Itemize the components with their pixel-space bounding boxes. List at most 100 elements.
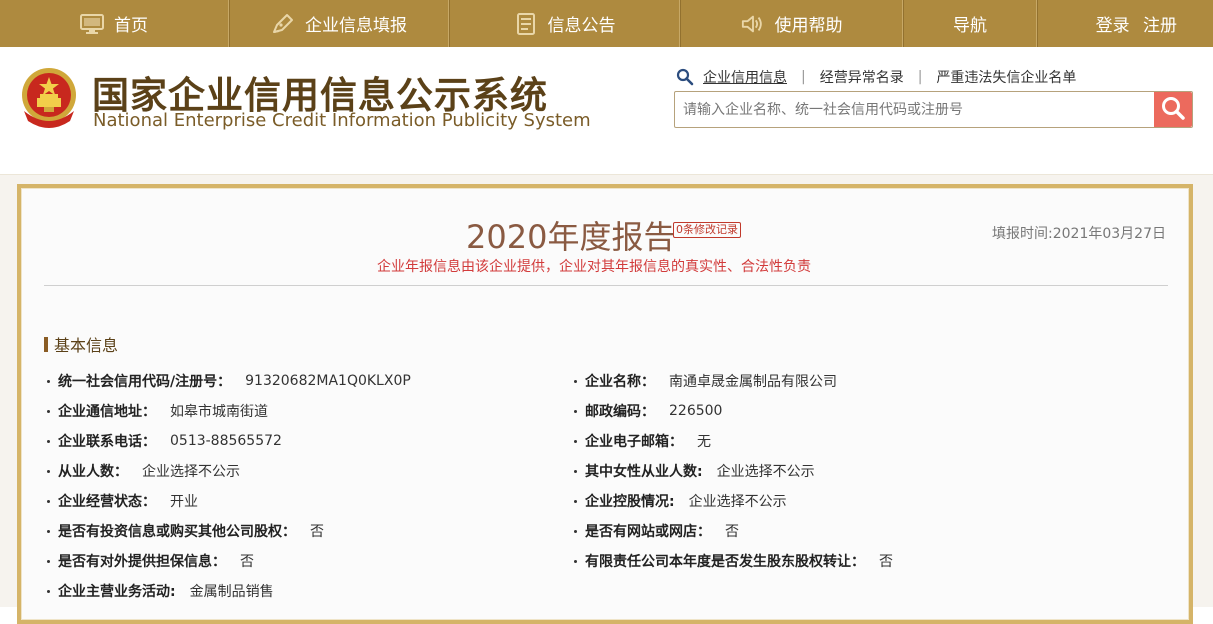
info-field: 是否有投资信息或购买其他公司股权： 否 [44, 516, 324, 546]
info-row: 企业联系电话： 0513-88565572 企业电子邮箱： 无 [44, 426, 1168, 456]
nav-item-label: 信息公告 [547, 16, 616, 36]
speaker-icon [741, 13, 765, 35]
bullet-dot [574, 529, 577, 533]
info-field: 企业电子邮箱： 无 [571, 426, 711, 456]
bullet-dot [574, 439, 577, 443]
search-input[interactable] [675, 92, 1154, 127]
info-field: 有限责任公司本年度是否发生股东股权转让： 否 [571, 546, 893, 576]
bullet-dot [47, 439, 50, 443]
field-label: 企业电子邮箱： [585, 434, 683, 450]
info-field: 是否有对外提供担保信息： 否 [44, 546, 254, 576]
modification-records-badge[interactable]: 0条修改记录 [673, 222, 741, 238]
annual-report-panel: 2020年度报告 0条修改记录 填报时间:2021年03月27日 企业年报信息由… [17, 184, 1193, 624]
nav-item-navigation[interactable]: 导航 [903, 0, 1037, 47]
login-separator [1134, 14, 1139, 34]
national-emblem-icon [18, 65, 80, 133]
nav-item-help[interactable]: 使用帮助 [680, 0, 903, 47]
link-divider: | [801, 69, 806, 85]
field-label: 企业名称： [585, 374, 655, 390]
nav-item-home[interactable]: 首页 [0, 0, 229, 47]
field-value: 226500 [669, 403, 723, 419]
field-value: 无 [697, 434, 711, 450]
field-value: 否 [310, 524, 324, 540]
field-value: 0513-88565572 [170, 433, 282, 449]
search-category-links: 企业信用信息 | 经营异常名录 | 严重违法失信企业名单 [676, 67, 1076, 87]
info-field: 其中女性从业人数: 企业选择不公示 [571, 456, 815, 486]
field-label: 其中女性从业人数: [585, 464, 703, 480]
basic-info-list: 统一社会信用代码/注册号： 91320682MA1Q0KLX0P 企业名称： 南通卓… [44, 366, 1168, 606]
info-field: 邮政编码： 226500 [571, 396, 722, 426]
field-label: 企业经营状态： [58, 494, 156, 510]
monitor-icon [80, 13, 104, 35]
bullet-dot [47, 409, 50, 413]
info-field: 企业经营状态： 开业 [44, 486, 198, 516]
bullet-dot [574, 379, 577, 383]
bullet-dot [574, 499, 577, 503]
link-enterprise-credit-info[interactable]: 企业信用信息 [703, 67, 787, 87]
field-value: 企业选择不公示 [688, 494, 787, 510]
info-row: 企业主营业务活动: 金属制品销售 [44, 576, 1168, 606]
site-title-en: National Enterprise Credit Information P… [93, 110, 591, 131]
divider [44, 285, 1168, 286]
field-label: 企业控股情况: [585, 494, 675, 510]
info-field: 企业联系电话： 0513-88565572 [44, 426, 282, 456]
field-label: 是否有投资信息或购买其他公司股权： [58, 524, 296, 540]
field-label: 从业人数： [58, 464, 128, 480]
nav-item-announcements[interactable]: 信息公告 [449, 0, 680, 47]
info-row: 是否有投资信息或购买其他公司股权： 否 是否有网站或网店： 否 [44, 516, 1168, 546]
field-label: 企业通信地址： [58, 404, 156, 420]
pen-icon [271, 13, 295, 35]
bullet-dot [47, 559, 50, 563]
info-row: 统一社会信用代码/注册号： 91320682MA1Q0KLX0P 企业名称： 南通卓… [44, 366, 1168, 396]
field-label: 企业主营业务活动: [58, 584, 176, 600]
register-link[interactable]: 注册 [1143, 11, 1177, 36]
nav-item-label: 企业信息填报 [305, 16, 407, 36]
field-value: 南通卓晟金属制品有限公司 [669, 374, 837, 390]
search-icon [1160, 95, 1186, 124]
field-value: 开业 [170, 494, 198, 510]
section-title-basic-info: 基本信息 [44, 332, 118, 356]
search-button[interactable] [1154, 92, 1192, 127]
bullet-dot [47, 499, 50, 503]
bullet-dot [47, 529, 50, 533]
info-field: 企业主营业务活动: 金属制品销售 [44, 576, 274, 606]
bullet-dot [47, 469, 50, 473]
nav-item-label: 首页 [114, 16, 148, 36]
search-icon [676, 68, 694, 86]
bullet-dot [47, 379, 50, 383]
section-title-label: 基本信息 [54, 336, 119, 355]
report-disclaimer: 企业年报信息由该企业提供，企业对其年报信息的真实性、合法性负责 [377, 259, 811, 275]
field-label: 是否有对外提供担保信息： [58, 554, 226, 570]
section-marker [44, 336, 48, 352]
field-value: 否 [240, 554, 254, 570]
field-value: 金属制品销售 [189, 584, 274, 600]
info-row: 企业通信地址： 如皋市城南街道 邮政编码： 226500 [44, 396, 1168, 426]
info-field: 企业控股情况: 企业选择不公示 [571, 486, 787, 516]
bullet-dot [574, 559, 577, 563]
top-nav: 首页 企业信息填报 信息公告 使用帮助 导航 登录 注册 [0, 0, 1213, 47]
field-value: 91320682MA1Q0KLX0P [245, 373, 411, 389]
nav-item-label: 导航 [953, 16, 987, 36]
info-row: 是否有对外提供担保信息： 否 有限责任公司本年度是否发生股东股权转让： 否 [44, 546, 1168, 576]
bullet-dot [574, 409, 577, 413]
info-field: 企业名称： 南通卓晟金属制品有限公司 [571, 366, 837, 396]
info-row: 从业人数： 企业选择不公示 其中女性从业人数: 企业选择不公示 [44, 456, 1168, 486]
login-link[interactable]: 登录 [1096, 11, 1130, 36]
field-value: 如皋市城南街道 [170, 404, 268, 420]
report-title: 2020年度报告 [466, 218, 676, 256]
fill-date: 填报时间:2021年03月27日 [992, 226, 1166, 242]
field-label: 邮政编码： [585, 404, 655, 420]
annual-report-panel-inner: 2020年度报告 0条修改记录 填报时间:2021年03月27日 企业年报信息由… [21, 188, 1189, 620]
field-value: 企业选择不公示 [142, 464, 240, 480]
field-value: 否 [725, 524, 739, 540]
info-field: 从业人数： 企业选择不公示 [44, 456, 240, 486]
field-label: 是否有网站或网店： [585, 524, 711, 540]
nav-item-report-filing[interactable]: 企业信息填报 [229, 0, 449, 47]
bullet-dot [47, 589, 50, 593]
link-abnormal-operations-list[interactable]: 经营异常名录 [820, 67, 904, 87]
field-label: 统一社会信用代码/注册号： [58, 374, 232, 390]
info-field: 是否有网站或网店： 否 [571, 516, 739, 546]
link-serious-violations-list[interactable]: 严重违法失信企业名单 [936, 67, 1076, 87]
field-label: 有限责任公司本年度是否发生股东股权转让： [585, 554, 865, 570]
document-icon [514, 12, 538, 35]
